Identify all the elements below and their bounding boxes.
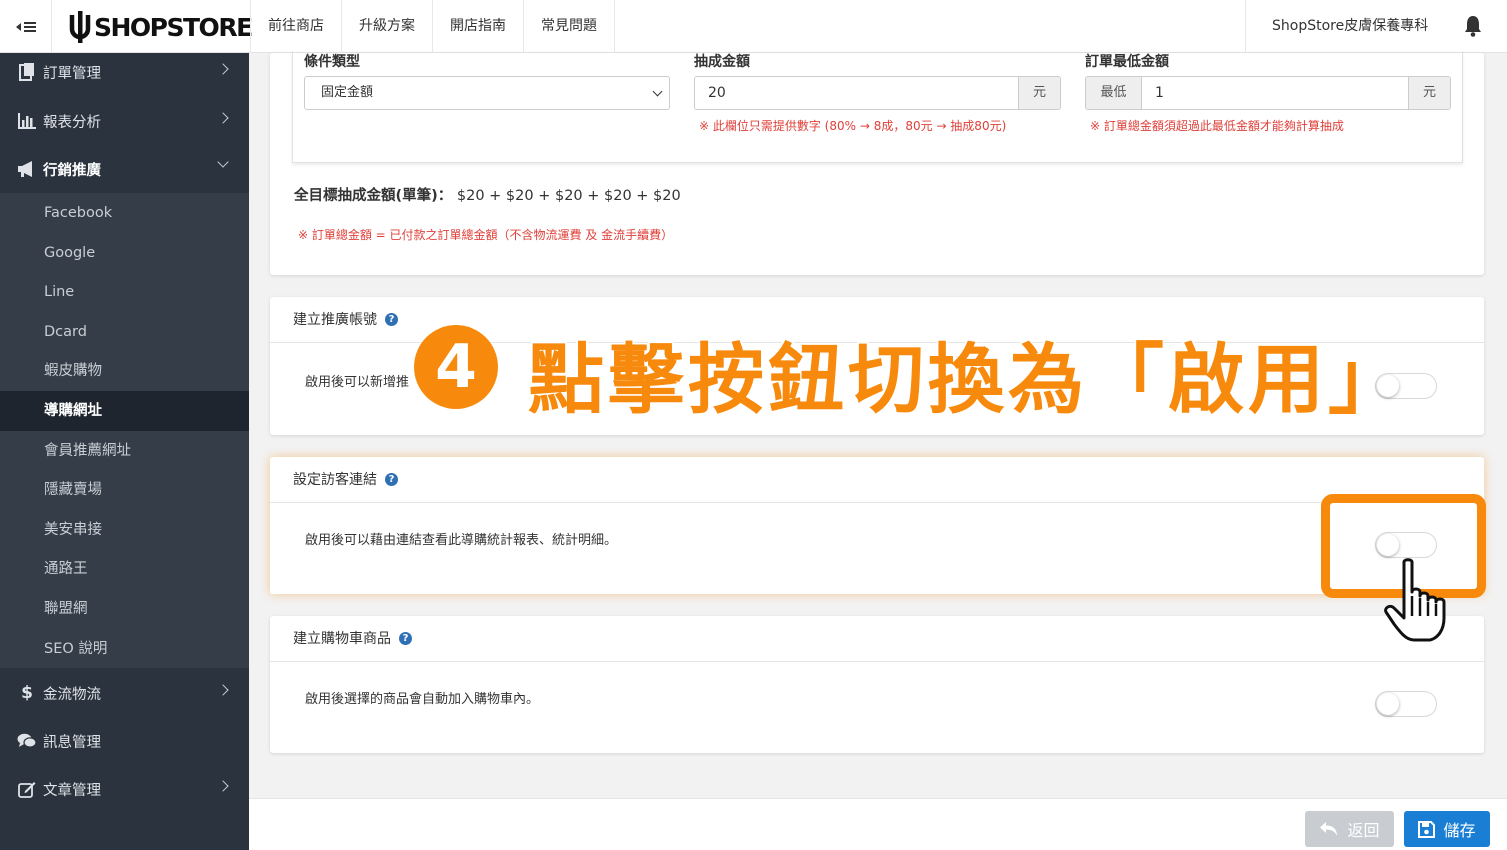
sidebar-item-label: 行銷推廣 xyxy=(43,162,101,179)
chevron-right-icon xyxy=(217,112,229,124)
chevron-down-icon xyxy=(652,86,663,97)
min-order-hint: ※ 訂單總金額須超過此最低金額才能夠計算抽成 xyxy=(1090,119,1344,133)
min-order-prefix: 最低 xyxy=(1086,77,1142,109)
step-number-badge: 4 xyxy=(414,325,498,409)
toggle-knob xyxy=(1377,693,1399,715)
action-footer: 返回 儲存 xyxy=(249,798,1507,850)
logo-text: SHOPSTORE xyxy=(94,12,253,42)
min-order-input[interactable]: 1 xyxy=(1142,77,1408,109)
collapse-arrow-icon xyxy=(15,22,21,31)
panel-title: 建立購物車商品 xyxy=(293,630,391,647)
sidebar-item-articles[interactable]: 文章管理 xyxy=(0,765,249,813)
edit-icon xyxy=(16,780,38,798)
hamburger-icon xyxy=(23,21,36,32)
sidebar-item-marketing[interactable]: 行銷推廣 xyxy=(0,145,249,193)
nav-store-guide[interactable]: 開店指南 xyxy=(433,0,524,53)
panel-description: 啟用後可以新增推 xyxy=(305,375,410,390)
formula-label: 全目標抽成金額(單筆)： xyxy=(294,188,453,204)
condition-type-select[interactable]: 固定金額 xyxy=(304,76,670,110)
sidebar-item-reports[interactable]: 報表分析 xyxy=(0,97,249,145)
submenu-item-line[interactable]: Line xyxy=(0,272,249,312)
sidebar-item-label: 訊息管理 xyxy=(43,734,101,751)
submenu-item-google[interactable]: Google xyxy=(0,233,249,273)
min-order-unit: 元 xyxy=(1408,77,1450,109)
panel-header: 設定訪客連結 ? xyxy=(270,457,1484,503)
sidebar-item-label: 金流物流 xyxy=(43,686,101,703)
sidebar-toggle-button[interactable] xyxy=(0,0,52,53)
sidebar: 訂單管理 報表分析 行銷推廣 Facebook Google Line Dcar… xyxy=(0,53,249,850)
top-bar: SHOPSTORE 前往商店 升級方案 開店指南 常見問題 ShopStore皮… xyxy=(0,0,1507,53)
chevron-right-icon xyxy=(217,63,229,75)
commission-settings-card: 條件類型 固定金額 抽成金額 20 元 ※ 此欄位只需提供數字 (80% → 8… xyxy=(270,51,1484,275)
cart-product-toggle[interactable] xyxy=(1375,691,1437,717)
chevron-down-icon xyxy=(217,156,229,168)
logo-mark-icon xyxy=(69,11,91,43)
sidebar-item-orders[interactable]: 訂單管理 xyxy=(0,48,249,96)
dollar-icon: $ xyxy=(21,683,33,703)
nav-faq[interactable]: 常見問題 xyxy=(524,0,615,53)
store-name-menu[interactable]: ShopStore皮膚保養專科 xyxy=(1245,0,1455,53)
megaphone-icon xyxy=(16,160,38,178)
back-button-label: 返回 xyxy=(1347,821,1380,840)
help-icon[interactable]: ? xyxy=(385,473,398,486)
hand-pointer-icon xyxy=(1384,558,1446,642)
save-button-label: 儲存 xyxy=(1443,821,1476,840)
submenu-item-referral-url[interactable]: 導購網址 xyxy=(0,391,249,431)
formula-value: $20 + $20 + $20 + $20 + $20 xyxy=(456,188,681,204)
bell-icon[interactable] xyxy=(1463,14,1483,38)
bar-chart-icon xyxy=(16,112,38,130)
help-icon[interactable]: ? xyxy=(385,313,398,326)
submenu-item-dcard[interactable]: Dcard xyxy=(0,312,249,352)
total-commission-formula: 全目標抽成金額(單筆)： $20 + $20 + $20 + $20 + $20 xyxy=(294,184,681,205)
min-order-group: 最低 1 元 xyxy=(1085,76,1451,110)
panel-description: 啟用後選擇的商品會自動加入購物車內。 xyxy=(305,692,540,707)
commission-amount-input[interactable]: 20 xyxy=(695,77,1018,109)
save-button[interactable]: 儲存 xyxy=(1404,811,1490,847)
commission-amount-unit: 元 xyxy=(1018,77,1060,109)
panel-title: 設定訪客連結 xyxy=(293,471,377,488)
chat-icon xyxy=(16,732,38,750)
back-button[interactable]: 返回 xyxy=(1305,811,1394,847)
clipboard-icon xyxy=(16,63,38,81)
top-nav: 前往商店 升級方案 開店指南 常見問題 xyxy=(250,0,615,53)
nav-go-to-store[interactable]: 前往商店 xyxy=(250,0,342,53)
submenu-item-facebook[interactable]: Facebook xyxy=(0,193,249,233)
min-order-label: 訂單最低金額 xyxy=(1085,54,1169,70)
submenu-item-member-referral[interactable]: 會員推薦網址 xyxy=(0,431,249,471)
sidebar-item-label: 報表分析 xyxy=(43,114,101,131)
chevron-right-icon xyxy=(217,780,229,792)
help-icon[interactable]: ? xyxy=(399,632,412,645)
submenu-item-tonglu[interactable]: 通路王 xyxy=(0,549,249,589)
sidebar-item-label: 訂單管理 xyxy=(43,65,101,82)
submenu-item-affiliate[interactable]: 聯盟網 xyxy=(0,589,249,629)
submenu-item-seo[interactable]: SEO 說明 xyxy=(0,629,249,669)
panel-header: 建立購物車商品 ? xyxy=(270,616,1484,662)
order-total-note: ※ 訂單總金額 = 已付款之訂單總金額（不含物流運費 及 金流手續費） xyxy=(298,228,674,242)
submenu-item-shopee[interactable]: 蝦皮購物 xyxy=(0,351,249,391)
condition-type-value: 固定金額 xyxy=(321,85,374,100)
sidebar-item-label: 文章管理 xyxy=(43,782,101,799)
submenu-item-hidden-store[interactable]: 隱藏賣場 xyxy=(0,470,249,510)
sidebar-item-payment[interactable]: $ 金流物流 xyxy=(0,669,249,717)
tutorial-instruction-text: 點擊按鈕切換為「啟用」 xyxy=(527,334,1408,426)
shopstore-logo[interactable]: SHOPSTORE xyxy=(68,10,253,44)
panel-description: 啟用後可以藉由連結查看此導購統計報表、統計明細。 xyxy=(305,533,618,548)
nav-upgrade-plan[interactable]: 升級方案 xyxy=(342,0,433,53)
visitor-link-panel: 設定訪客連結 ? 啟用後可以藉由連結查看此導購統計報表、統計明細。 xyxy=(270,457,1484,594)
commission-rule-box: 條件類型 固定金額 抽成金額 20 元 ※ 此欄位只需提供數字 (80% → 8… xyxy=(292,51,1463,163)
floppy-disk-icon xyxy=(1418,820,1436,838)
marketing-submenu: Facebook Google Line Dcard 蝦皮購物 導購網址 會員推… xyxy=(0,193,249,668)
panel-title: 建立推廣帳號 xyxy=(293,311,377,328)
commission-amount-group: 20 元 xyxy=(694,76,1061,110)
commission-amount-label: 抽成金額 xyxy=(694,54,750,70)
submenu-item-market-america[interactable]: 美安串接 xyxy=(0,510,249,550)
chevron-right-icon xyxy=(217,684,229,696)
condition-type-label: 條件類型 xyxy=(304,54,360,70)
cart-product-panel: 建立購物車商品 ? 啟用後選擇的商品會自動加入購物車內。 xyxy=(270,616,1484,753)
commission-amount-hint: ※ 此欄位只需提供數字 (80% → 8成，80元 → 抽成80元) xyxy=(699,119,1007,133)
undo-icon xyxy=(1320,822,1338,836)
sidebar-item-messages[interactable]: 訊息管理 xyxy=(0,717,249,765)
